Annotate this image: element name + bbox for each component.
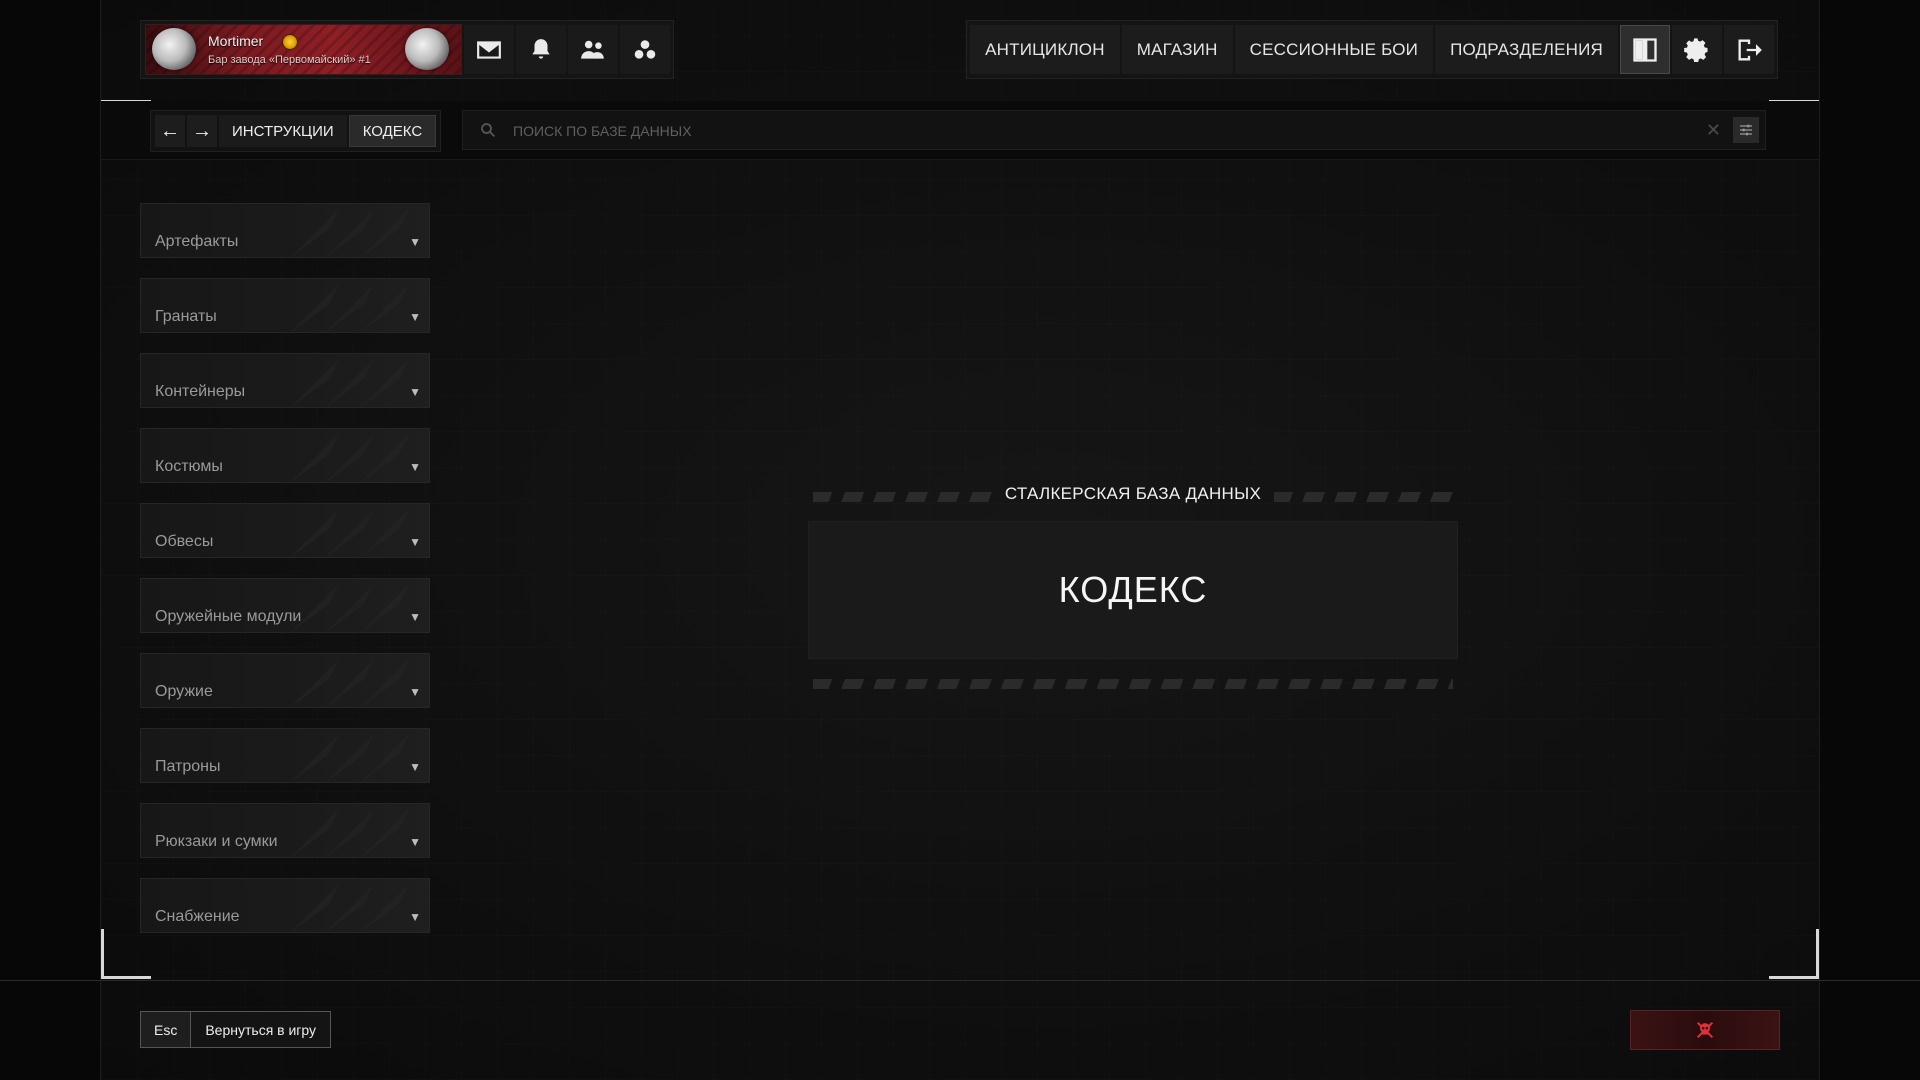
profile-card[interactable]: Mortimer Бар завода «Первомайский» #1 <box>145 24 462 75</box>
forward-button[interactable]: → <box>187 115 217 147</box>
category-label: Контейнеры <box>155 383 246 400</box>
skull-crossbones-icon <box>1696 1021 1714 1039</box>
profile-bar: Mortimer Бар завода «Первомайский» #1 <box>140 20 674 79</box>
return-label: Вернуться в игру <box>205 1021 317 1038</box>
search-bar: ✕ <box>462 110 1766 150</box>
category-item[interactable]: Артефакты ▼ <box>140 203 430 258</box>
chevron-down-icon: ▼ <box>409 460 421 474</box>
skull-action-button[interactable] <box>1630 1010 1780 1050</box>
main-nav: АНТИЦИКЛОН МАГАЗИН СЕССИОННЫЕ БОИ ПОДРАЗ… <box>966 20 1778 79</box>
filter-button[interactable] <box>1733 117 1759 143</box>
chevron-down-icon: ▼ <box>409 535 421 549</box>
return-to-game-button[interactable]: Esc Вернуться в игру <box>140 1011 332 1048</box>
eagle-head-icon <box>405 28 449 70</box>
breadcrumb-codex[interactable]: КОДЕКС <box>348 115 437 147</box>
gear-icon <box>1684 37 1708 62</box>
category-label: Рюкзаки и сумки <box>155 833 278 850</box>
settings-button[interactable] <box>1672 25 1722 74</box>
friends-icon <box>581 40 604 59</box>
mail-button[interactable] <box>464 25 514 74</box>
filter-sliders-icon <box>1740 124 1752 136</box>
category-label: Снабжение <box>155 908 240 925</box>
category-item[interactable]: Патроны ▼ <box>140 728 430 783</box>
category-label: Костюмы <box>155 458 223 475</box>
back-button[interactable]: ← <box>155 115 185 147</box>
breadcrumb: ← → ИНСТРУКЦИИ КОДЕКС <box>150 110 442 152</box>
category-item[interactable]: Оружейные модули ▼ <box>140 578 430 633</box>
left-margin <box>0 0 101 1080</box>
rank-badge-icon <box>282 34 298 50</box>
chevron-down-icon: ▼ <box>409 385 421 399</box>
frame-corner-bl-v <box>101 929 104 979</box>
claw-scratch-decoration <box>291 284 409 332</box>
category-label: Оружейные модули <box>155 608 302 625</box>
nav-divisions[interactable]: ПОДРАЗДЕЛЕНИЯ <box>1435 25 1618 74</box>
clear-search-button[interactable]: ✕ <box>1706 120 1721 141</box>
chevron-down-icon: ▼ <box>409 685 421 699</box>
notifications-button[interactable] <box>516 25 566 74</box>
category-label: Гранаты <box>155 308 217 325</box>
claw-scratch-decoration <box>291 659 409 707</box>
hazard-stripe-top-left <box>813 492 993 502</box>
chevron-down-icon: ▼ <box>409 760 421 774</box>
exit-button[interactable] <box>1724 25 1774 74</box>
category-item[interactable]: Костюмы ▼ <box>140 428 430 483</box>
nav-session-battles[interactable]: СЕССИОННЫЕ БОИ <box>1234 25 1434 74</box>
claw-scratch-decoration <box>291 884 409 932</box>
bell-icon <box>532 38 550 59</box>
friends-button[interactable] <box>568 25 618 74</box>
database-subtitle: СТАЛКЕРСКАЯ БАЗА ДАННЫХ <box>1004 484 1262 503</box>
frame-corner-br-h <box>1769 976 1819 979</box>
chevron-down-icon: ▼ <box>409 310 421 324</box>
claw-scratch-decoration <box>291 509 409 557</box>
hazard-stripe-top-right <box>1274 492 1460 502</box>
nav-shop[interactable]: МАГАЗИН <box>1121 25 1233 74</box>
esc-key-label: Esc <box>141 1012 192 1047</box>
chevron-down-icon: ▼ <box>409 610 421 624</box>
claw-scratch-decoration <box>291 359 409 407</box>
claw-scratch-decoration <box>291 434 409 482</box>
category-label: Оружие <box>155 683 213 700</box>
category-label: Патроны <box>155 758 221 775</box>
group-icon <box>634 39 656 59</box>
frame-corner-br-v <box>1816 929 1819 979</box>
footer-divider <box>0 980 1920 981</box>
category-item[interactable]: Гранаты ▼ <box>140 278 430 333</box>
search-input[interactable] <box>511 117 1655 145</box>
claw-scratch-decoration <box>291 809 409 857</box>
nav-anticyclone[interactable]: АНТИЦИКЛОН <box>970 25 1120 74</box>
category-label: Обвесы <box>155 533 214 550</box>
category-label: Артефакты <box>155 233 239 250</box>
book-icon <box>1633 37 1657 62</box>
codex-title-panel: КОДЕКС <box>808 521 1458 659</box>
hazard-stripe-bottom <box>813 679 1453 689</box>
search-icon <box>481 123 496 138</box>
claw-scratch-decoration <box>291 734 409 782</box>
codex-title: КОДЕКС <box>1058 569 1208 610</box>
frame-corner-bl-h <box>101 976 151 979</box>
chevron-down-icon: ▼ <box>409 835 421 849</box>
eagle-emblem-icon <box>152 28 196 70</box>
right-margin <box>1819 0 1920 1080</box>
claw-scratch-decoration <box>291 209 409 257</box>
category-item[interactable]: Рюкзаки и сумки ▼ <box>140 803 430 858</box>
group-button[interactable] <box>620 25 670 74</box>
category-item[interactable]: Оружие ▼ <box>140 653 430 708</box>
profile-subtitle: Бар завода «Первомайский» #1 <box>208 54 371 66</box>
codex-button[interactable] <box>1620 25 1670 74</box>
profile-name: Mortimer <box>208 33 264 49</box>
category-list: Артефакты ▼ Гранаты ▼ Контейнеры ▼ Костюмы ▼ Обв… <box>140 203 430 953</box>
chevron-down-icon: ▼ <box>409 235 421 249</box>
exit-icon <box>1738 39 1762 60</box>
mail-icon <box>477 40 501 59</box>
breadcrumb-instructions[interactable]: ИНСТРУКЦИИ <box>219 115 347 147</box>
category-item[interactable]: Контейнеры ▼ <box>140 353 430 408</box>
category-item[interactable]: Снабжение ▼ <box>140 878 430 933</box>
chevron-down-icon: ▼ <box>409 910 421 924</box>
category-item[interactable]: Обвесы ▼ <box>140 503 430 558</box>
